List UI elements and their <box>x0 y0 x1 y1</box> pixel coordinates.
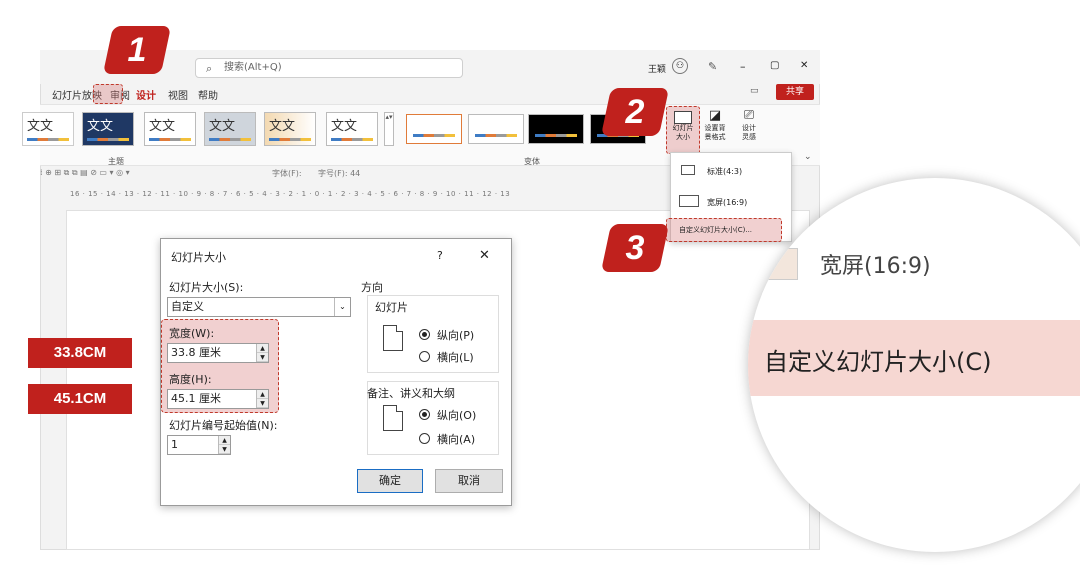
size-label: 幻灯片大小(S): <box>169 281 244 294</box>
slide-size-label: 幻灯片 大小 <box>672 124 694 141</box>
notes-portrait-radio[interactable] <box>419 409 430 420</box>
step-3-badge: 3 <box>600 224 670 272</box>
slides-landscape-radio[interactable] <box>419 351 430 362</box>
magnifier-custom-size-row: 自定义幻灯片大小(C) <box>748 320 1080 396</box>
fontsize-label: 字号(F): 44 <box>318 169 361 178</box>
variant-thumb[interactable] <box>406 114 462 144</box>
tab-view[interactable]: 视图 <box>168 87 188 102</box>
share-label: 共享 <box>785 87 804 97</box>
height-label: 高度(H): <box>169 373 212 386</box>
format-background-button[interactable]: ◪ 设置背 景格式 <box>700 108 730 152</box>
group-theme-label: 主题 <box>108 157 124 166</box>
dialog-close-button[interactable]: ✕ <box>479 248 490 263</box>
notes-portrait-label: 纵向(O) <box>437 409 477 422</box>
theme-thumb[interactable]: 文文 <box>22 112 74 146</box>
slides-landscape-label: 横向(L) <box>437 351 474 364</box>
width-label: 宽度(W): <box>169 327 215 340</box>
slides-portrait-label: 纵向(P) <box>437 329 475 342</box>
variant-thumb[interactable] <box>528 114 584 144</box>
theme-scroll-button[interactable]: ▴▾ <box>384 112 394 146</box>
close-window-button[interactable]: ✕ <box>800 60 808 71</box>
orientation-label: 方向 <box>361 281 383 294</box>
theme-thumb[interactable]: 文文 <box>82 112 134 146</box>
widescreen-icon <box>679 195 699 207</box>
user-name: 王颖 <box>648 65 667 75</box>
format-background-icon: ◪ <box>708 108 722 123</box>
slide-size-icon <box>674 111 692 124</box>
numbering-stepper[interactable]: ▲ ▼ <box>218 436 230 454</box>
size-select[interactable]: 自定义 ⌄ <box>167 297 351 317</box>
dialog-title: 幻灯片大小 <box>171 251 226 264</box>
search-icon: ⌕ <box>206 62 213 75</box>
ok-button[interactable]: 确定 <box>357 469 423 493</box>
designer-icon: ⎚ <box>743 108 755 123</box>
notes-label: 备注、讲义和大纲 <box>367 387 455 400</box>
theme-thumb[interactable]: 文文 <box>264 112 316 146</box>
group-variant-label: 变体 <box>524 157 540 166</box>
notes-page-icon <box>383 405 403 431</box>
slides-portrait-radio[interactable] <box>419 329 430 340</box>
height-field[interactable]: 45.1 厘米 ▲ ▼ <box>167 389 269 409</box>
share-button[interactable]: 共享 <box>776 84 814 100</box>
height-stepper[interactable]: ▲ ▼ <box>256 390 268 408</box>
theme-thumb[interactable]: 文文 <box>204 112 256 146</box>
step-1-badge: 1 <box>102 26 172 74</box>
theme-thumb[interactable]: 文文 <box>144 112 196 146</box>
slide-size-dialog: 幻灯片大小 ? ✕ 幻灯片大小(S): 自定义 ⌄ 宽度(W): 33.8 厘米… <box>160 238 512 506</box>
step-2-badge: 2 <box>600 88 670 136</box>
designer-button[interactable]: ⎚ 设计 灵感 <box>734 108 764 152</box>
magnifier-custom-size-label: 自定义幻灯片大小(C) <box>764 348 992 376</box>
toolbar-icons[interactable]: ⁞ ⊕ ⊞ ⧉ ⧉ ▤ ⊘ ▭ ▾ ◎ ▾ <box>40 168 130 178</box>
widescreen-icon <box>758 248 798 280</box>
numbering-label: 幻灯片编号起始值(N): <box>169 419 278 432</box>
variant-thumb[interactable] <box>468 114 524 144</box>
standard-icon <box>681 165 695 175</box>
font-label: 字体(F): <box>272 169 302 178</box>
cancel-button[interactable]: 取消 <box>435 469 503 493</box>
slide-size-button[interactable]: 幻灯片 大小 <box>666 106 700 154</box>
avatar-icon[interactable]: ⚇ <box>672 58 688 74</box>
portrait-page-icon <box>383 325 403 351</box>
design-tab-highlight <box>93 84 123 104</box>
notes-landscape-label: 横向(A) <box>437 433 476 446</box>
restore-button[interactable]: ▢ <box>770 60 779 71</box>
dropdown-item-widescreen[interactable]: 宽屏(16:9) <box>707 197 747 208</box>
numbering-field[interactable]: 1 ▲ ▼ <box>167 435 231 455</box>
pen-icon[interactable]: ✎ <box>708 60 717 73</box>
width-field[interactable]: 33.8 厘米 ▲ ▼ <box>167 343 269 363</box>
magnifier-widescreen-label: 宽屏(16:9) <box>820 254 931 279</box>
magnifier-widescreen-row: 宽屏(16:9) <box>748 214 1080 294</box>
tab-help[interactable]: 帮助 <box>198 87 218 102</box>
search-placeholder: 搜索(Alt+Q) <box>224 62 282 73</box>
chevron-down-icon[interactable]: ⌄ <box>804 152 812 162</box>
slides-label: 幻灯片 <box>375 301 408 314</box>
comment-icon[interactable]: ▭ <box>750 86 759 96</box>
tab-design[interactable]: 设计 <box>136 87 156 102</box>
width-stepper[interactable]: ▲ ▼ <box>256 344 268 362</box>
notes-landscape-radio[interactable] <box>419 433 430 444</box>
theme-thumb[interactable]: 文文 <box>326 112 378 146</box>
search-input[interactable]: ⌕ 搜索(Alt+Q) <box>195 58 463 78</box>
horizontal-ruler: 16 · 15 · 14 · 13 · 12 · 11 · 10 · 9 · 8… <box>70 190 511 198</box>
dropdown-item-standard[interactable]: 标准(4:3) <box>707 166 742 177</box>
width-annotation-tag: 33.8CM <box>28 338 132 368</box>
chevron-down-icon: ⌄ <box>334 298 350 316</box>
minimize-button[interactable]: – <box>740 60 746 73</box>
menu-bar: 幻灯片放映 审阅 设计 视图 帮助 <box>40 84 820 104</box>
height-annotation-tag: 45.1CM <box>28 384 132 414</box>
help-button[interactable]: ? <box>437 249 443 262</box>
